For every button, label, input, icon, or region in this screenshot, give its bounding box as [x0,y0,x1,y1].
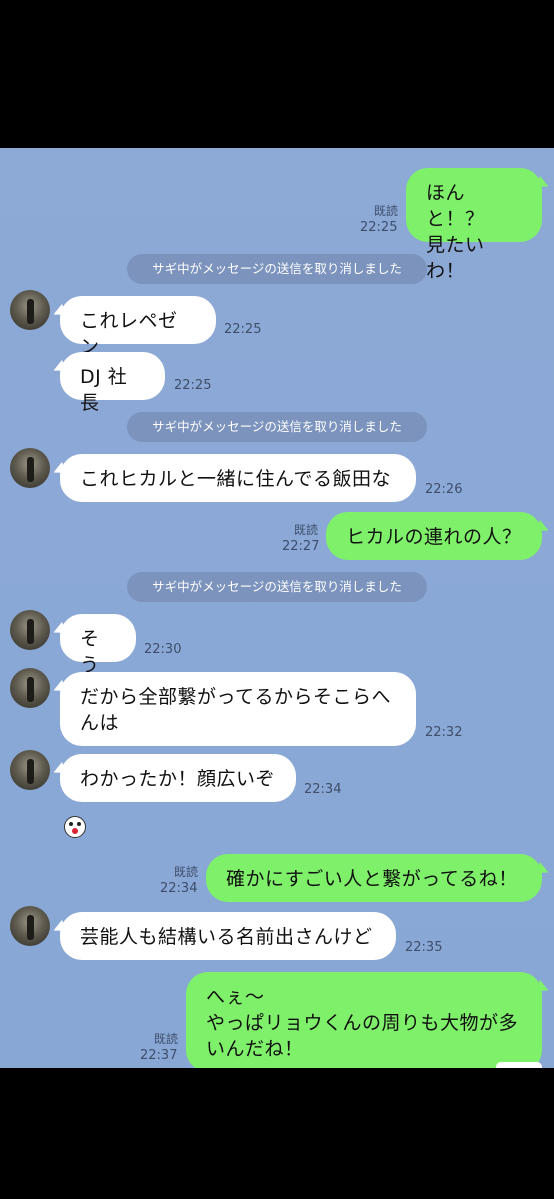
incoming-message[interactable]: これヒカルと一緒に住んでる飯田な [60,454,416,502]
outgoing-message[interactable]: へぇ〜 やっぱリョウくんの周りも大物が多 いんだね！ [186,972,542,1068]
message-time: 22:32 [425,725,463,740]
message-text: 確かにすごい人と繋がってるね！ [226,868,518,890]
incoming-message[interactable]: わかったか！顔広いぞ [60,754,296,802]
incoming-message[interactable]: これレペゼン [60,296,216,358]
read-receipt: 既読 [173,865,198,879]
message-time: 22:25 [360,220,398,235]
message-text: ほんと！？ [426,182,485,230]
incoming-message[interactable]: 芸能人も結構いる名前出さんけど [60,912,396,960]
message-text: DJ 社長 [80,366,128,414]
outgoing-message[interactable]: ヒカルの連れの人？ [326,512,542,560]
message-text: これヒカルと一緒に住んでる飯田な [80,468,392,490]
face-sticker-icon[interactable] [64,816,86,838]
message-text: へぇ〜 [206,986,265,1008]
message-text: ヒカルの連れの人？ [346,526,522,548]
incoming-message[interactable]: そう [60,614,136,676]
message-time: 22:25 [224,322,262,337]
message-text: いんだね！ [206,1038,304,1060]
avatar[interactable] [10,906,50,946]
message-text: やっぱリョウくんの周りも大物が多 [206,1012,519,1034]
message-time: 22:26 [425,482,463,497]
message-time: 22:25 [174,378,212,393]
message-time: 22:37 [140,1048,178,1063]
avatar[interactable] [10,610,50,650]
incoming-message[interactable]: だから全部繋がってるからそこらへ んは [60,672,416,746]
system-notice-unsent: サギ中がメッセージの送信を取り消しました [127,412,427,442]
message-time: 22:34 [160,881,198,896]
message-time: 22:34 [304,782,342,797]
system-notice-unsent: サギ中がメッセージの送信を取り消しました [127,254,427,284]
chat-area[interactable]: 既読 22:25 ほんと！？ 見たいわ！ サギ中がメッセージの送信を取り消しまし… [0,148,554,1068]
avatar[interactable] [10,668,50,708]
message-text: そう [80,628,100,676]
read-receipt: 既読 [373,204,398,218]
message-text: 見たいわ！ [426,234,485,282]
message-time: 22:27 [282,539,320,554]
message-text: だから全部繋がってるからそこらへ [80,686,392,708]
message-text: これレペゼン [80,310,178,358]
read-receipt: 既読 [153,1032,178,1046]
message-time: 22:30 [144,642,182,657]
message-text: 芸能人も結構いる名前出さんけど [80,926,373,948]
partial-message [496,1062,542,1068]
message-time: 22:35 [405,940,443,955]
avatar[interactable] [10,750,50,790]
system-notice-unsent: サギ中がメッセージの送信を取り消しました [127,572,427,602]
message-text: んは [80,712,120,734]
avatar[interactable] [10,448,50,488]
message-text: わかったか！顔広いぞ [80,768,276,790]
avatar[interactable] [10,290,50,330]
outgoing-message[interactable]: 確かにすごい人と繋がってるね！ [206,854,542,902]
read-receipt: 既読 [293,523,318,537]
outgoing-message[interactable]: ほんと！？ 見たいわ！ [406,168,542,282]
incoming-message[interactable]: DJ 社長 [60,352,165,414]
